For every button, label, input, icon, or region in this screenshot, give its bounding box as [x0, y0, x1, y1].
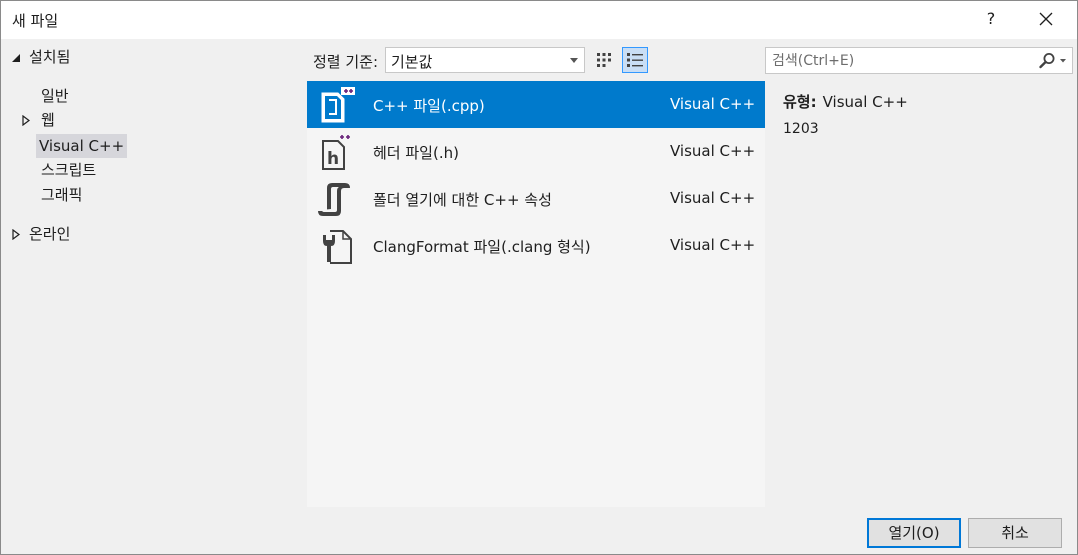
- new-file-dialog: 새 파일 ? 설치됨 일반 웹 Visual C++ 스크립트 그래픽 온라인 …: [0, 0, 1078, 555]
- tree-item-graphics[interactable]: 그래픽: [38, 183, 85, 207]
- tree-item-installed[interactable]: 설치됨: [11, 45, 73, 69]
- template-language: Visual C++: [670, 189, 756, 207]
- search-button[interactable]: [1038, 52, 1068, 74]
- cancel-button[interactable]: 취소: [968, 518, 1062, 548]
- search-input[interactable]: [766, 48, 1036, 73]
- open-button[interactable]: 열기(O): [867, 518, 961, 548]
- template-row-clangformat[interactable]: ClangFormat 파일(.clang 형식) Visual C++: [307, 222, 765, 269]
- tree-item-label: 설치됨: [29, 48, 71, 66]
- tree-item-label: 온라인: [29, 225, 71, 243]
- title-bar: 새 파일 ?: [1, 1, 1077, 39]
- chevron-down-icon: [570, 58, 578, 63]
- tree-item-label: Visual C++: [36, 134, 128, 158]
- clangformat-file-icon: [317, 227, 355, 265]
- cpp-file-icon: [317, 86, 355, 124]
- collapsed-arrow-icon[interactable]: [21, 115, 31, 126]
- expanded-arrow-icon[interactable]: [11, 53, 21, 63]
- template-row-cpp-properties[interactable]: 폴더 열기에 대한 C++ 속성 Visual C++: [307, 175, 765, 222]
- category-tree: 설치됨 일반 웹 Visual C++ 스크립트 그래픽 온라인: [1, 39, 307, 507]
- template-row-cpp[interactable]: C++ 파일(.cpp) Visual C++: [307, 81, 765, 128]
- cpp-properties-icon: [317, 180, 355, 218]
- close-button[interactable]: [1031, 5, 1061, 33]
- tree-item-label: 일반: [41, 87, 69, 105]
- svg-text:h: h: [327, 149, 339, 169]
- template-list: C++ 파일(.cpp) Visual C++ h 헤더 파일(.h) Visu…: [307, 81, 765, 507]
- tree-item-online[interactable]: 온라인: [11, 222, 73, 246]
- sort-value: 기본값: [391, 53, 433, 71]
- sort-dropdown[interactable]: 기본값: [385, 47, 585, 73]
- sort-label: 정렬 기준:: [313, 53, 379, 71]
- tree-item-label: 웹: [41, 111, 55, 129]
- list-view-button[interactable]: [622, 47, 648, 73]
- tree-item-label: 스크립트: [41, 161, 97, 179]
- search-icon: [1039, 53, 1066, 69]
- template-name: 폴더 열기에 대한 C++ 속성: [373, 191, 552, 209]
- template-language: Visual C++: [670, 95, 756, 113]
- template-description: 1203: [783, 121, 819, 137]
- tree-item-visual-cpp[interactable]: Visual C++: [36, 134, 128, 158]
- small-icons-view-button[interactable]: [591, 47, 617, 73]
- tree-item-label: 그래픽: [41, 186, 83, 204]
- header-file-icon: h: [317, 133, 355, 171]
- collapsed-arrow-icon[interactable]: [11, 229, 21, 240]
- template-row-header[interactable]: h 헤더 파일(.h) Visual C++: [307, 128, 765, 175]
- search-box[interactable]: [765, 47, 1073, 74]
- template-name: ClangFormat 파일(.clang 형식): [373, 238, 591, 256]
- tree-item-script[interactable]: 스크립트: [38, 158, 99, 182]
- template-name: C++ 파일(.cpp): [373, 97, 485, 115]
- close-icon: [1039, 12, 1053, 26]
- template-language: Visual C++: [670, 236, 756, 254]
- details-pane: 유형: Visual C++ 1203: [765, 81, 1077, 507]
- tree-item-general[interactable]: 일반: [38, 84, 72, 108]
- template-language: Visual C++: [670, 142, 756, 160]
- small-icons-view-icon: [597, 53, 611, 67]
- type-value: Visual C++: [822, 93, 908, 111]
- help-button[interactable]: ?: [977, 5, 1005, 33]
- template-type: 유형: Visual C++: [783, 91, 908, 112]
- template-name: 헤더 파일(.h): [373, 144, 459, 162]
- type-label: 유형:: [783, 93, 817, 111]
- tree-item-web[interactable]: 웹: [21, 108, 58, 132]
- window-title: 새 파일: [12, 12, 59, 30]
- list-view-icon: [627, 53, 643, 67]
